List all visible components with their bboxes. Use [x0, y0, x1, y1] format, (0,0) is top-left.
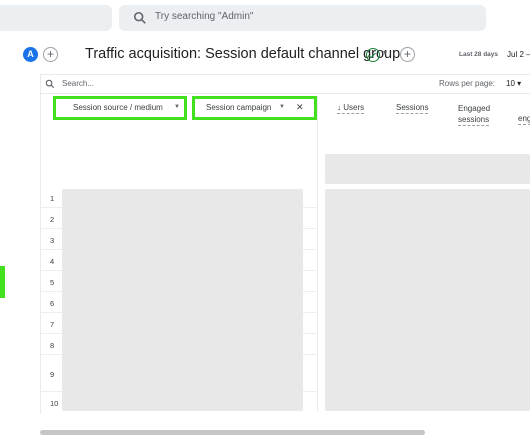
- chevron-down-icon[interactable]: ▾: [383, 48, 387, 57]
- column-header-sessions[interactable]: Sessions: [396, 103, 429, 114]
- add-icon[interactable]: +: [400, 47, 415, 62]
- date-range-label: Last 28 days: [459, 51, 499, 58]
- property-selector[interactable]: [0, 5, 112, 31]
- check-circle-icon[interactable]: [366, 48, 380, 62]
- top-bar: Try searching "Admin": [0, 0, 530, 38]
- global-search-bar[interactable]: Try searching "Admin": [119, 5, 486, 31]
- add-comparison-icon[interactable]: +: [43, 47, 58, 62]
- column-header-users[interactable]: ↓ Users: [337, 103, 365, 114]
- primary-dimension-selector[interactable]: Session source / medium ▼: [53, 96, 187, 120]
- chevron-down-icon: ▼: [174, 104, 180, 110]
- redacted-metric-values: [325, 189, 530, 411]
- close-icon[interactable]: ✕: [296, 99, 304, 116]
- highlight-marker: [0, 266, 5, 298]
- table-search-icon: [45, 79, 55, 89]
- global-search-placeholder: Try searching "Admin": [155, 11, 254, 22]
- column-header-engagement[interactable]: eng: [518, 114, 530, 125]
- report-title: Traffic acquisition: Session default cha…: [85, 46, 401, 62]
- table-search-input[interactable]: Search...: [62, 79, 94, 88]
- table-divider: [40, 93, 530, 94]
- secondary-dimension-label: Session campaign: [206, 103, 272, 112]
- comparison-avatar[interactable]: A: [23, 47, 38, 62]
- report-header: A + Traffic acquisition: Session default…: [0, 38, 530, 74]
- secondary-dimension-selector[interactable]: Session campaign ▼ ✕: [192, 96, 317, 120]
- redacted-dimension-values: [62, 189, 303, 411]
- column-header-engaged-sessions[interactable]: Engaged sessions: [458, 103, 490, 126]
- chevron-down-icon: ▼: [279, 104, 285, 110]
- horizontal-scrollbar[interactable]: [40, 430, 425, 435]
- totals-row-placeholder: [325, 154, 530, 184]
- date-range-picker[interactable]: Jul 2 –: [507, 50, 530, 59]
- search-icon: [133, 11, 146, 24]
- primary-dimension-label: Session source / medium: [73, 103, 163, 112]
- rows-per-page-label: Rows per page:: [439, 79, 496, 88]
- rows-per-page-select[interactable]: 10 ▾: [506, 79, 521, 88]
